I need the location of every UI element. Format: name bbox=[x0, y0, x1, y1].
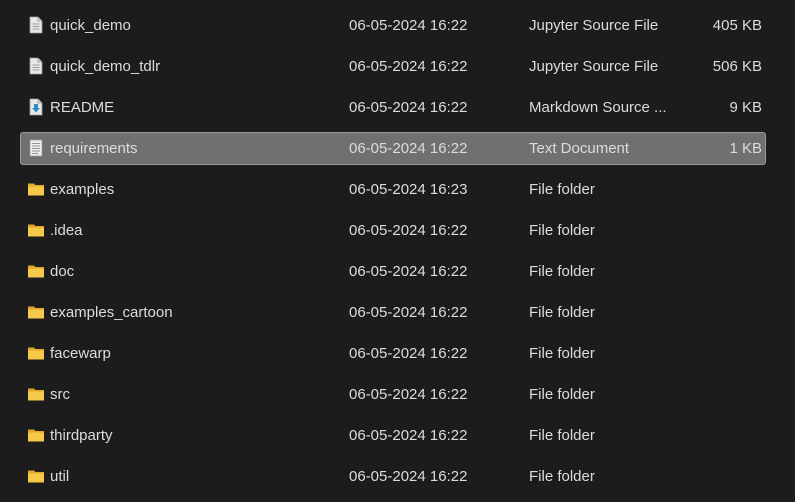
file-row-examples-cartoon[interactable]: examples_cartoon 06-05-2024 16:22 File fol… bbox=[20, 296, 766, 329]
file-type: File folder bbox=[529, 468, 595, 485]
file-name: quick_demo_tdlr bbox=[50, 58, 161, 75]
file-name: src bbox=[50, 386, 70, 403]
file-date-modified: 06-05-2024 16:22 bbox=[349, 99, 468, 116]
file-name: quick_demo bbox=[50, 17, 131, 34]
file-size bbox=[671, 338, 762, 369]
file-row-doc[interactable]: doc 06-05-2024 16:22 File folder bbox=[20, 255, 766, 288]
file-row-idea[interactable]: .idea 06-05-2024 16:22 File folder bbox=[20, 214, 766, 247]
file-date-modified: 06-05-2024 16:22 bbox=[349, 345, 468, 362]
file-date-modified: 06-05-2024 16:22 bbox=[349, 427, 468, 444]
file-type: File folder bbox=[529, 427, 595, 444]
folder-icon bbox=[27, 467, 45, 485]
folder-icon bbox=[27, 180, 45, 198]
file-size: 506 KB bbox=[712, 58, 762, 75]
file-size bbox=[671, 420, 762, 451]
file-row-requirements[interactable]: requirements 06-05-2024 16:22 Text Documen… bbox=[20, 132, 766, 165]
file-row-quick-demo-tdlr[interactable]: quick_demo_tdlr 06-05-2024 16:22 Jupyter S… bbox=[20, 50, 766, 83]
file-size bbox=[671, 256, 762, 287]
file-date-modified: 06-05-2024 16:22 bbox=[349, 304, 468, 321]
file-type: File folder bbox=[529, 304, 595, 321]
file-date-modified: 06-05-2024 16:22 bbox=[349, 386, 468, 403]
folder-icon bbox=[27, 344, 45, 362]
file-size bbox=[671, 461, 762, 492]
file-name: .idea bbox=[50, 222, 83, 239]
file-type: File folder bbox=[529, 263, 595, 280]
folder-icon bbox=[27, 262, 45, 280]
file-name: requirements bbox=[50, 140, 138, 157]
file-type: File folder bbox=[529, 222, 595, 239]
file-type: Jupyter Source File bbox=[529, 58, 659, 75]
file-type: Markdown Source ... bbox=[529, 99, 667, 116]
file-name: facewarp bbox=[50, 345, 111, 362]
file-size bbox=[671, 174, 762, 205]
file-date-modified: 06-05-2024 16:22 bbox=[349, 263, 468, 280]
file-date-modified: 06-05-2024 16:22 bbox=[349, 17, 468, 34]
file-size bbox=[671, 215, 762, 246]
file-date-modified: 06-05-2024 16:22 bbox=[349, 468, 468, 485]
folder-icon bbox=[27, 221, 45, 239]
text-document-icon bbox=[27, 139, 45, 157]
document-icon bbox=[27, 57, 45, 75]
file-row-quick-demo[interactable]: quick_demo 06-05-2024 16:22 Jupyter Source… bbox=[20, 9, 766, 42]
document-icon bbox=[27, 16, 45, 34]
folder-icon bbox=[27, 385, 45, 403]
file-size bbox=[671, 379, 762, 410]
file-row-thirdparty[interactable]: thirdparty 06-05-2024 16:22 File folder bbox=[20, 419, 766, 452]
file-type: Text Document bbox=[529, 140, 630, 157]
file-type: File folder bbox=[529, 386, 595, 403]
markdown-file-icon bbox=[27, 98, 45, 116]
file-row-util[interactable]: util 06-05-2024 16:22 File folder bbox=[20, 460, 766, 493]
file-date-modified: 06-05-2024 16:22 bbox=[349, 140, 468, 157]
file-row-facewarp[interactable]: facewarp 06-05-2024 16:22 File folder bbox=[20, 337, 766, 370]
file-type: Jupyter Source File bbox=[529, 17, 659, 34]
file-list: quick_demo 06-05-2024 16:22 Jupyter Source… bbox=[0, 0, 795, 502]
file-date-modified: 06-05-2024 16:22 bbox=[349, 58, 468, 75]
folder-icon bbox=[27, 426, 45, 444]
file-size: 9 KB bbox=[729, 99, 762, 116]
file-name: doc bbox=[50, 263, 75, 280]
file-size: 1 KB bbox=[729, 140, 762, 157]
file-row-readme[interactable]: README 06-05-2024 16:22 Markdown Source ..… bbox=[20, 91, 766, 124]
file-row-src[interactable]: src 06-05-2024 16:22 File folder bbox=[20, 378, 766, 411]
file-name: examples bbox=[50, 181, 115, 198]
file-type: File folder bbox=[529, 181, 595, 198]
file-name: examples_cartoon bbox=[50, 304, 173, 321]
file-date-modified: 06-05-2024 16:22 bbox=[349, 222, 468, 239]
file-size bbox=[671, 297, 762, 328]
file-date-modified: 06-05-2024 16:23 bbox=[349, 181, 468, 198]
file-name: util bbox=[50, 468, 70, 485]
file-row-examples[interactable]: examples 06-05-2024 16:23 File folder bbox=[20, 173, 766, 206]
file-type: File folder bbox=[529, 345, 595, 362]
file-name: thirdparty bbox=[50, 427, 113, 444]
file-name: README bbox=[50, 99, 115, 116]
file-size: 405 KB bbox=[712, 17, 762, 34]
folder-icon bbox=[27, 303, 45, 321]
